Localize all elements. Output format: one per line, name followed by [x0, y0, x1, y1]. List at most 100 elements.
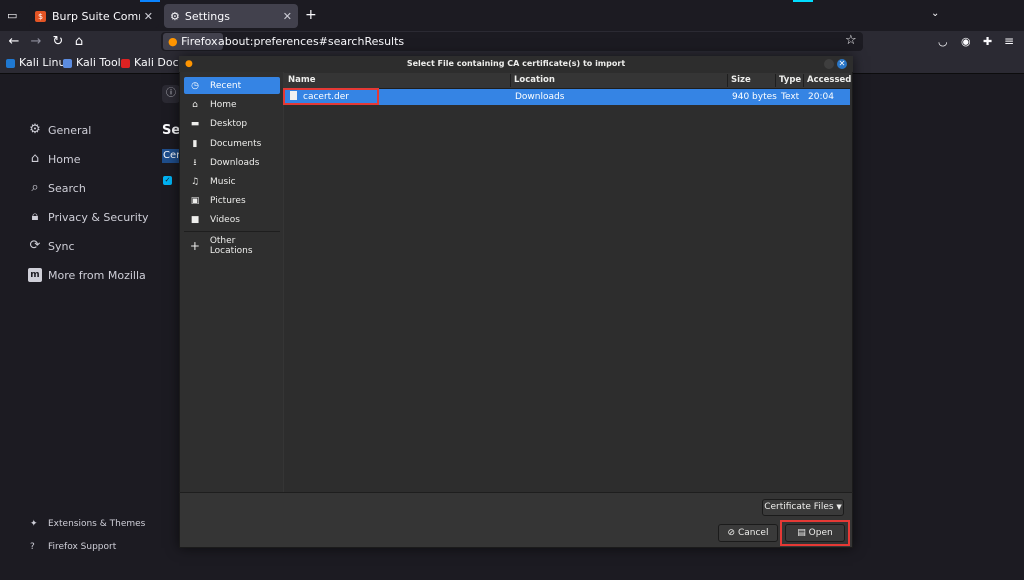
dialog-title: Select File containing CA certificate(s)…	[179, 56, 853, 72]
tab-burp[interactable]: $ Burp Suite Community E ✕	[29, 4, 159, 28]
sidebar-item-label: Search	[48, 181, 86, 195]
column-separator	[727, 74, 728, 87]
new-tab-button[interactable]: +	[305, 7, 317, 23]
sidebar-item-label: Sync	[48, 239, 75, 253]
downloads-icon: ⭳	[193, 157, 197, 168]
sync-icon: ⟳	[29, 238, 41, 253]
firefox-view-icon[interactable]: ▭	[7, 9, 17, 22]
place-label: Recent	[210, 80, 242, 91]
place-label: Other Locations	[209, 235, 253, 256]
clock-icon: ◷	[191, 80, 199, 91]
close-icon[interactable]: ✕	[837, 59, 847, 69]
documents-icon: ▮	[192, 138, 198, 149]
file-type-filter[interactable]: Certificate Files ▼	[762, 499, 844, 516]
sidebar-item-more-from-mozilla[interactable]: m More from Mozilla	[28, 265, 146, 285]
chevron-down-icon[interactable]: ⌄	[931, 8, 939, 19]
sidebar-item-label: Home	[48, 152, 81, 166]
home-icon[interactable]: ⌂	[69, 31, 89, 53]
close-icon[interactable]: ✕	[144, 10, 153, 23]
file-location-cell: Downloads	[515, 92, 565, 102]
firefox-logo-icon: ●	[185, 59, 193, 69]
column-separator	[510, 74, 511, 87]
cancel-button[interactable]: ⊘ Cancel	[718, 524, 778, 542]
menu-icon[interactable]: ≡	[1004, 34, 1014, 48]
cancel-icon: ⊘	[727, 528, 736, 538]
checkbox-checked[interactable]: ✓	[163, 176, 172, 185]
kali-docs-icon	[121, 58, 130, 68]
burp-favicon-icon: $	[35, 10, 46, 22]
place-label: Music	[210, 176, 236, 187]
tab-title: Settings	[184, 9, 230, 23]
help-icon: ?	[30, 542, 35, 552]
annotation-highlight-file	[283, 88, 379, 105]
place-pictures[interactable]: ▣ Pictures	[184, 192, 280, 209]
footer-firefox-support[interactable]: ? Firefox Support	[30, 542, 116, 552]
sidebar-item-sync[interactable]: ⟳ Sync	[28, 236, 75, 256]
place-label: Desktop	[210, 118, 248, 129]
url-text[interactable]: about:preferences#searchResults	[218, 33, 404, 50]
footer-divider	[179, 492, 853, 493]
bookmark-kali-tools[interactable]: Kali Tools	[63, 55, 126, 71]
file-list	[284, 72, 852, 492]
home-icon: ⌂	[192, 99, 198, 110]
kali-tools-icon	[63, 58, 72, 68]
place-desktop[interactable]: ▬ Desktop	[184, 115, 280, 132]
column-location[interactable]: Location	[514, 73, 555, 88]
place-downloads[interactable]: ⭳ Downloads	[184, 154, 280, 171]
sidebar-item-privacy[interactable]: 🔒︎ Privacy & Security	[28, 207, 149, 227]
close-icon[interactable]: ✕	[283, 10, 292, 23]
bookmark-kali-docs[interactable]: Kali Docs	[121, 55, 184, 71]
place-documents[interactable]: ▮ Documents	[184, 135, 280, 152]
column-name[interactable]: Name	[288, 73, 315, 88]
footer-extensions-themes[interactable]: ✦ Extensions & Themes	[30, 519, 145, 529]
reload-button[interactable]: ↻	[48, 31, 68, 53]
place-other-locations[interactable]: + Other Locations	[184, 235, 280, 256]
desktop-icon: ▬	[190, 118, 200, 129]
place-videos[interactable]: ■ Videos	[184, 211, 280, 228]
column-size[interactable]: Size	[731, 73, 751, 88]
place-recent[interactable]: ◷ Recent	[184, 77, 280, 94]
search-icon: ⌕	[31, 180, 39, 195]
column-accessed[interactable]: Accessed	[807, 73, 851, 88]
gear-icon: ⚙	[29, 122, 41, 137]
sidebar-item-search[interactable]: ⌕ Search	[28, 178, 86, 198]
pictures-icon: ▣	[190, 195, 200, 206]
place-label: Documents	[210, 138, 262, 149]
tab-title: Burp Suite Community E	[52, 9, 140, 23]
identity-badge[interactable]: ● Firefox	[163, 33, 223, 50]
back-button[interactable]: ←	[4, 31, 24, 53]
pocket-icon[interactable]: ◡	[938, 35, 948, 48]
place-home[interactable]: ⌂ Home	[184, 96, 280, 113]
bookmark-star-icon[interactable]: ☆	[845, 33, 857, 48]
lock-icon: 🔒︎	[31, 209, 39, 224]
extensions-icon[interactable]: ✚	[983, 35, 992, 48]
column-type[interactable]: Type	[779, 73, 801, 88]
home-icon: ⌂	[30, 151, 40, 166]
sidebar-item-general[interactable]: ⚙ General	[28, 120, 91, 140]
place-label: Videos	[210, 214, 240, 225]
plus-icon: +	[189, 238, 200, 253]
places-divider	[184, 231, 280, 232]
file-size-cell: 940 bytes	[732, 92, 777, 102]
sidebar-item-home[interactable]: ⌂ Home	[28, 149, 81, 169]
filter-label: Certificate Files	[764, 502, 834, 512]
file-type-cell: Text	[781, 92, 800, 102]
forward-button[interactable]: →	[26, 31, 46, 53]
mozilla-icon: m	[28, 268, 42, 282]
place-label: Home	[210, 99, 237, 110]
bookmark-label: Kali Docs	[134, 56, 185, 69]
file-accessed-cell: 20:04	[808, 92, 834, 102]
place-music[interactable]: ♫ Music	[184, 173, 280, 190]
footer-label: Extensions & Themes	[48, 519, 146, 529]
firefox-logo-icon: ●	[168, 35, 178, 48]
annotation-highlight-open	[780, 520, 850, 546]
tab-settings[interactable]: ⚙ Settings ✕	[164, 4, 298, 28]
minimize-button[interactable]	[824, 59, 834, 69]
kali-dragon-icon	[6, 58, 15, 68]
identity-label: Firefox	[181, 35, 218, 48]
sidebar-item-label: General	[48, 123, 92, 137]
music-icon: ♫	[190, 176, 200, 187]
sidebar-item-label: More from Mozilla	[48, 268, 146, 282]
puzzle-icon: ✦	[30, 519, 38, 529]
account-icon[interactable]: ◉	[961, 35, 971, 48]
